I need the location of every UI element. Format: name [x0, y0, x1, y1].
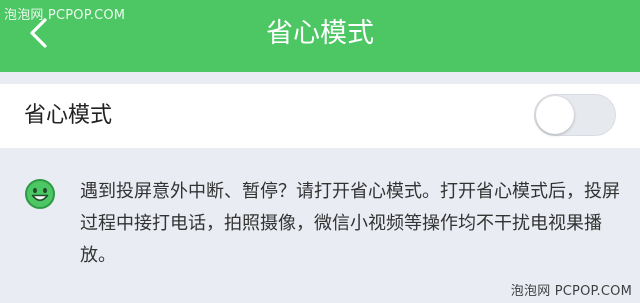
saver-mode-toggle[interactable]: [534, 94, 616, 136]
watermark-bottom: 泡泡网 PCPOP.COM: [510, 284, 632, 299]
header-bar: 泡泡网 PCPOP.COM 省心模式: [0, 0, 640, 72]
setting-label: 省心模式: [24, 103, 113, 128]
note-text: 遇到投屏意外中断、暂停？请打开省心模式。打开省心模式后，投屏过程中接打电话，拍照…: [80, 181, 620, 266]
screen: 泡泡网 PCPOP.COM 省心模式 省心模式 遇到投屏意外中断、暂停？请打开省…: [0, 0, 640, 303]
smiley-icon: [25, 179, 55, 209]
setting-row-saver-mode: 省心模式: [0, 84, 640, 148]
page-title: 省心模式: [266, 18, 374, 49]
toggle-knob: [536, 96, 574, 134]
